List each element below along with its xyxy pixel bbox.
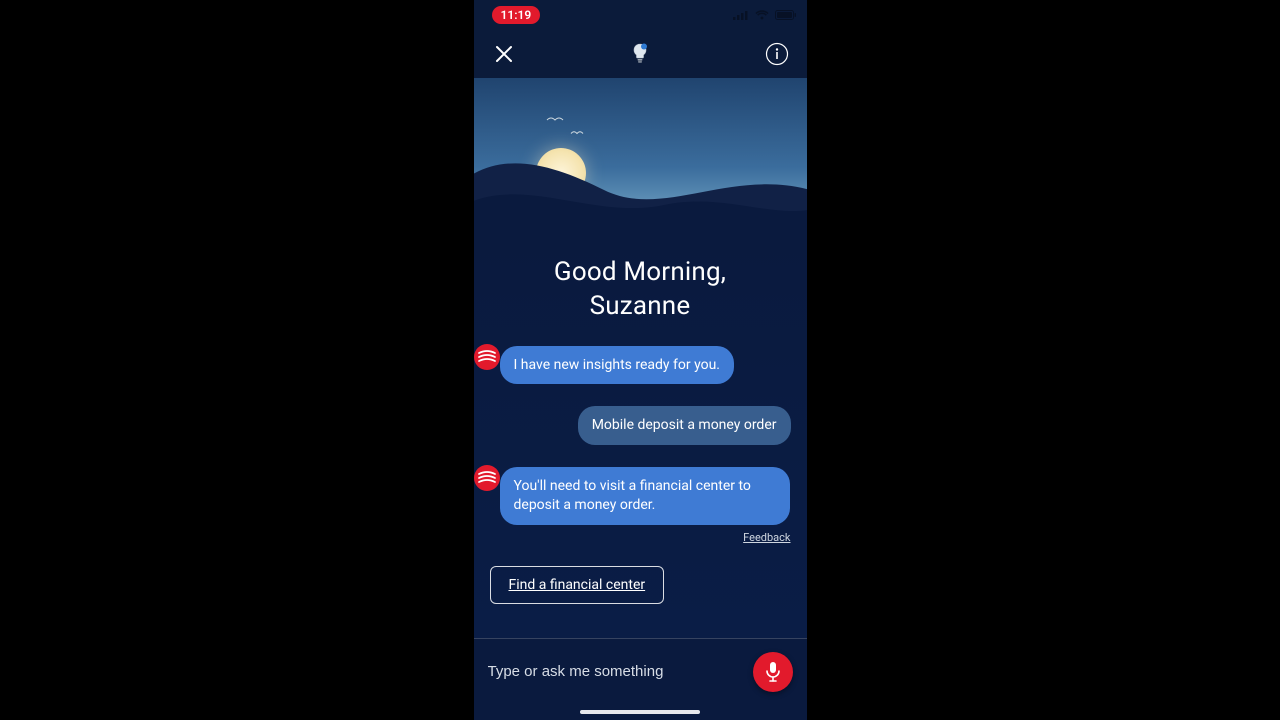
feedback-link[interactable]: Feedback bbox=[743, 531, 790, 544]
wifi-icon bbox=[755, 10, 769, 20]
bot-message-row: You'll need to visit a financial center … bbox=[474, 463, 807, 529]
user-message: Mobile deposit a money order bbox=[578, 406, 791, 445]
action-row: Find a financial center bbox=[474, 560, 807, 610]
close-icon bbox=[494, 44, 514, 64]
status-right-cluster bbox=[733, 10, 797, 20]
feedback-row: Feedback bbox=[474, 529, 807, 550]
chat-content: Good Morning, Suzanne I have new insight… bbox=[474, 228, 807, 638]
battery-icon bbox=[775, 10, 797, 20]
lightbulb-icon bbox=[630, 43, 650, 65]
header-bar bbox=[474, 30, 807, 78]
user-message-row: Mobile deposit a money order bbox=[474, 402, 807, 449]
greeting-line2: Suzanne bbox=[490, 290, 791, 324]
recording-time-pill[interactable]: 11:19 bbox=[492, 6, 541, 24]
bot-avatar bbox=[474, 344, 500, 370]
bot-message: You'll need to visit a financial center … bbox=[500, 467, 790, 525]
status-bar: 11:19 bbox=[474, 0, 807, 30]
microphone-icon bbox=[764, 661, 782, 683]
home-indicator[interactable] bbox=[580, 710, 700, 714]
hills bbox=[474, 110, 807, 228]
bot-message-row: I have new insights ready for you. bbox=[474, 342, 807, 389]
cellular-icon bbox=[733, 10, 749, 20]
message-input[interactable] bbox=[488, 663, 743, 680]
info-icon bbox=[765, 42, 789, 66]
find-financial-center-button[interactable]: Find a financial center bbox=[490, 566, 665, 604]
device-frame: 11:19 bbox=[474, 0, 807, 720]
bot-message[interactable]: I have new insights ready for you. bbox=[500, 346, 735, 385]
greeting-line1: Good Morning, bbox=[490, 256, 791, 290]
microphone-button[interactable] bbox=[753, 652, 793, 692]
input-bar bbox=[474, 638, 807, 720]
close-button[interactable] bbox=[488, 38, 520, 70]
bank-logo-icon bbox=[477, 471, 497, 485]
hero-landscape bbox=[474, 78, 807, 228]
info-button[interactable] bbox=[761, 38, 793, 70]
bank-logo-icon bbox=[477, 350, 497, 364]
stage: 11:19 bbox=[0, 0, 1280, 720]
bot-avatar bbox=[474, 465, 500, 491]
insights-button[interactable] bbox=[624, 38, 656, 70]
greeting: Good Morning, Suzanne bbox=[474, 228, 807, 342]
